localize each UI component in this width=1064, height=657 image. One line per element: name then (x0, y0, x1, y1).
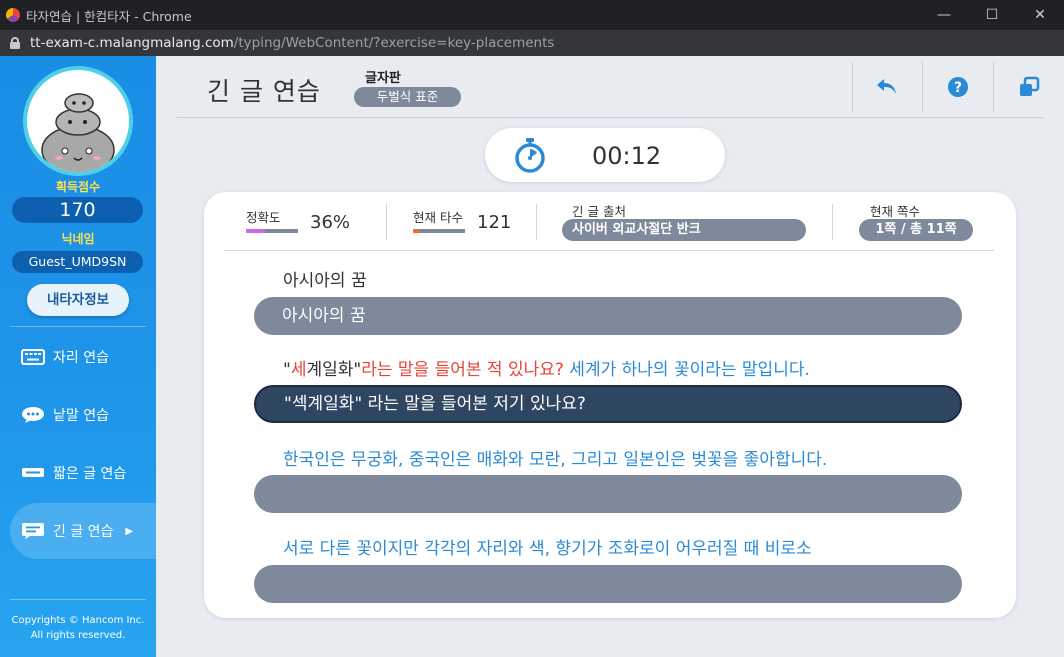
svg-text:?: ? (954, 80, 962, 96)
back-arrow-icon[interactable] (874, 74, 900, 100)
close-button[interactable]: ✕ (1016, 0, 1064, 30)
sidebar: 획득점수 170 닉네임 Guest_UMD9SN 내타자정보 자리 연습 낱말… (0, 56, 156, 657)
sidebar-item-long-text[interactable]: 긴 글 연습 ▶ (10, 503, 156, 559)
stats-separator (536, 204, 537, 240)
stats-separator (386, 204, 387, 240)
score-label: 획득점수 (55, 180, 101, 194)
accuracy-label: 정확도 (246, 210, 281, 225)
typing-panel: 정확도 36% 현재 타수 121 긴 글 출처 사이버 외교사절단 반크 현재… (204, 192, 1016, 618)
sidebar-item-label: 낱말 연습 (53, 408, 109, 424)
url-path: /typing/WebContent/?exercise=key-placeme… (233, 35, 555, 51)
speed-bar (413, 229, 465, 233)
text-segment-current: 라는 말을 들어본 적 있나요? (361, 360, 564, 380)
source-text-line: 한국인은 무궁화, 중국인은 매화와 모란, 그리고 일본인은 벚꽃을 좋아합니… (283, 445, 827, 470)
speed-value: 121 (477, 212, 512, 233)
typing-input-line[interactable]: 아시아의 꿈 (254, 297, 962, 335)
score-value: 170 (12, 197, 143, 223)
keyboard-layout-select[interactable]: 두벌식 표준 (354, 87, 461, 107)
window-icon[interactable] (1016, 74, 1042, 100)
window-title: 타자연습 | 한컴타자 - Chrome (26, 8, 192, 24)
text-segment-error: 세 (290, 360, 307, 380)
accuracy-bar-fill (246, 229, 265, 233)
copyright: Copyrights © Hancom Inc. All rights rese… (0, 613, 156, 643)
typing-input-line[interactable] (254, 565, 962, 603)
caret-right-icon: ▶ (125, 525, 134, 537)
minimize-button[interactable]: — (920, 0, 968, 30)
typing-input-line[interactable] (254, 475, 962, 513)
page-value: 1쪽 / 총 11쪽 (859, 219, 973, 241)
app-logo-icon (6, 8, 20, 22)
keyboard-layout-label: 글자판 (365, 71, 401, 86)
text-segment: 아시아의 꿈 (283, 271, 367, 291)
main-content: 긴 글 연습 글자판 두벌식 표준 ? 00:12 정확도 36% 현재 타수 (156, 56, 1064, 657)
speed-label: 현재 타수 (413, 210, 463, 225)
sidebar-divider (10, 599, 146, 600)
sidebar-item-short-text[interactable]: 짧은 글 연습 (10, 445, 156, 501)
browser-titlebar: 타자연습 | 한컴타자 - Chrome — ☐ ✕ (0, 0, 1064, 30)
avatar[interactable] (23, 66, 133, 176)
sidebar-item-word[interactable]: 낱말 연습 (10, 387, 156, 443)
maximize-button[interactable]: ☐ (968, 0, 1016, 30)
page-title: 긴 글 연습 (207, 77, 321, 106)
stats-divider (224, 250, 994, 251)
sidebar-divider (10, 326, 146, 327)
source-text-line: 서로 다른 꽃이지만 각각의 자리와 색, 향기가 조화로이 어우러질 때 비로… (283, 534, 812, 559)
text-segment: 계일화" (306, 360, 362, 380)
timer: 00:12 (485, 128, 725, 182)
my-typing-info-button[interactable]: 내타자정보 (27, 284, 129, 316)
lock-icon (10, 37, 20, 49)
timer-value: 00:12 (592, 142, 662, 170)
sidebar-item-label: 짧은 글 연습 (53, 466, 127, 482)
text-segment: " (283, 360, 291, 380)
header-separator (993, 62, 994, 112)
nickname-label: 닉네임 (61, 232, 95, 246)
text-segment: 서로 다른 꽃이지만 각각의 자리와 색, 향기가 조화로이 어우러질 때 비로… (283, 539, 812, 559)
stats-separator (832, 204, 833, 240)
sidebar-item-label: 긴 글 연습 (53, 524, 114, 540)
speech-bubble-icon (21, 407, 45, 423)
sidebar-item-label: 자리 연습 (53, 350, 109, 366)
text-segment-remaining: 세계가 하나의 꽃이라는 말입니다. (563, 360, 810, 380)
keyboard-icon (21, 349, 45, 365)
address-bar[interactable]: tt-exam-c.malangmalang.com/typing/WebCon… (0, 30, 1064, 56)
source-label: 긴 글 출처 (572, 204, 626, 219)
copyright-line: Copyrights © Hancom Inc. (11, 615, 145, 626)
text-segment: 한국인은 무궁화, 중국인은 매화와 모란, 그리고 일본인은 벚꽃을 좋아합니… (283, 450, 828, 470)
url-domain: tt-exam-c.malangmalang.com (30, 35, 234, 51)
stopwatch-icon (515, 138, 545, 173)
header-separator (922, 62, 923, 112)
header-separator (852, 62, 853, 112)
accuracy-bar (246, 229, 298, 233)
short-text-icon (21, 465, 45, 481)
header-divider (177, 117, 1043, 118)
long-text-icon (21, 523, 45, 539)
source-value: 사이버 외교사절단 반크 (562, 219, 806, 241)
sidebar-item-key-placement[interactable]: 자리 연습 (10, 329, 156, 385)
copyright-line: All rights reserved. (30, 630, 126, 641)
page-label: 현재 쪽수 (870, 204, 920, 219)
typing-input-line-active[interactable]: "섹계일화" 라는 말을 들어본 저기 있나요? (254, 385, 962, 423)
speed-bar-fill (413, 229, 420, 233)
help-icon[interactable]: ? (945, 74, 971, 100)
source-text-line: "세계일화"라는 말을 들어본 적 있나요? 세계가 하나의 꽃이라는 말입니다… (283, 355, 810, 380)
avatar-character-icon (41, 93, 115, 172)
nickname-value: Guest_UMD9SN (12, 251, 143, 273)
accuracy-value: 36% (310, 212, 351, 233)
source-text-line: 아시아의 꿈 (283, 266, 367, 291)
